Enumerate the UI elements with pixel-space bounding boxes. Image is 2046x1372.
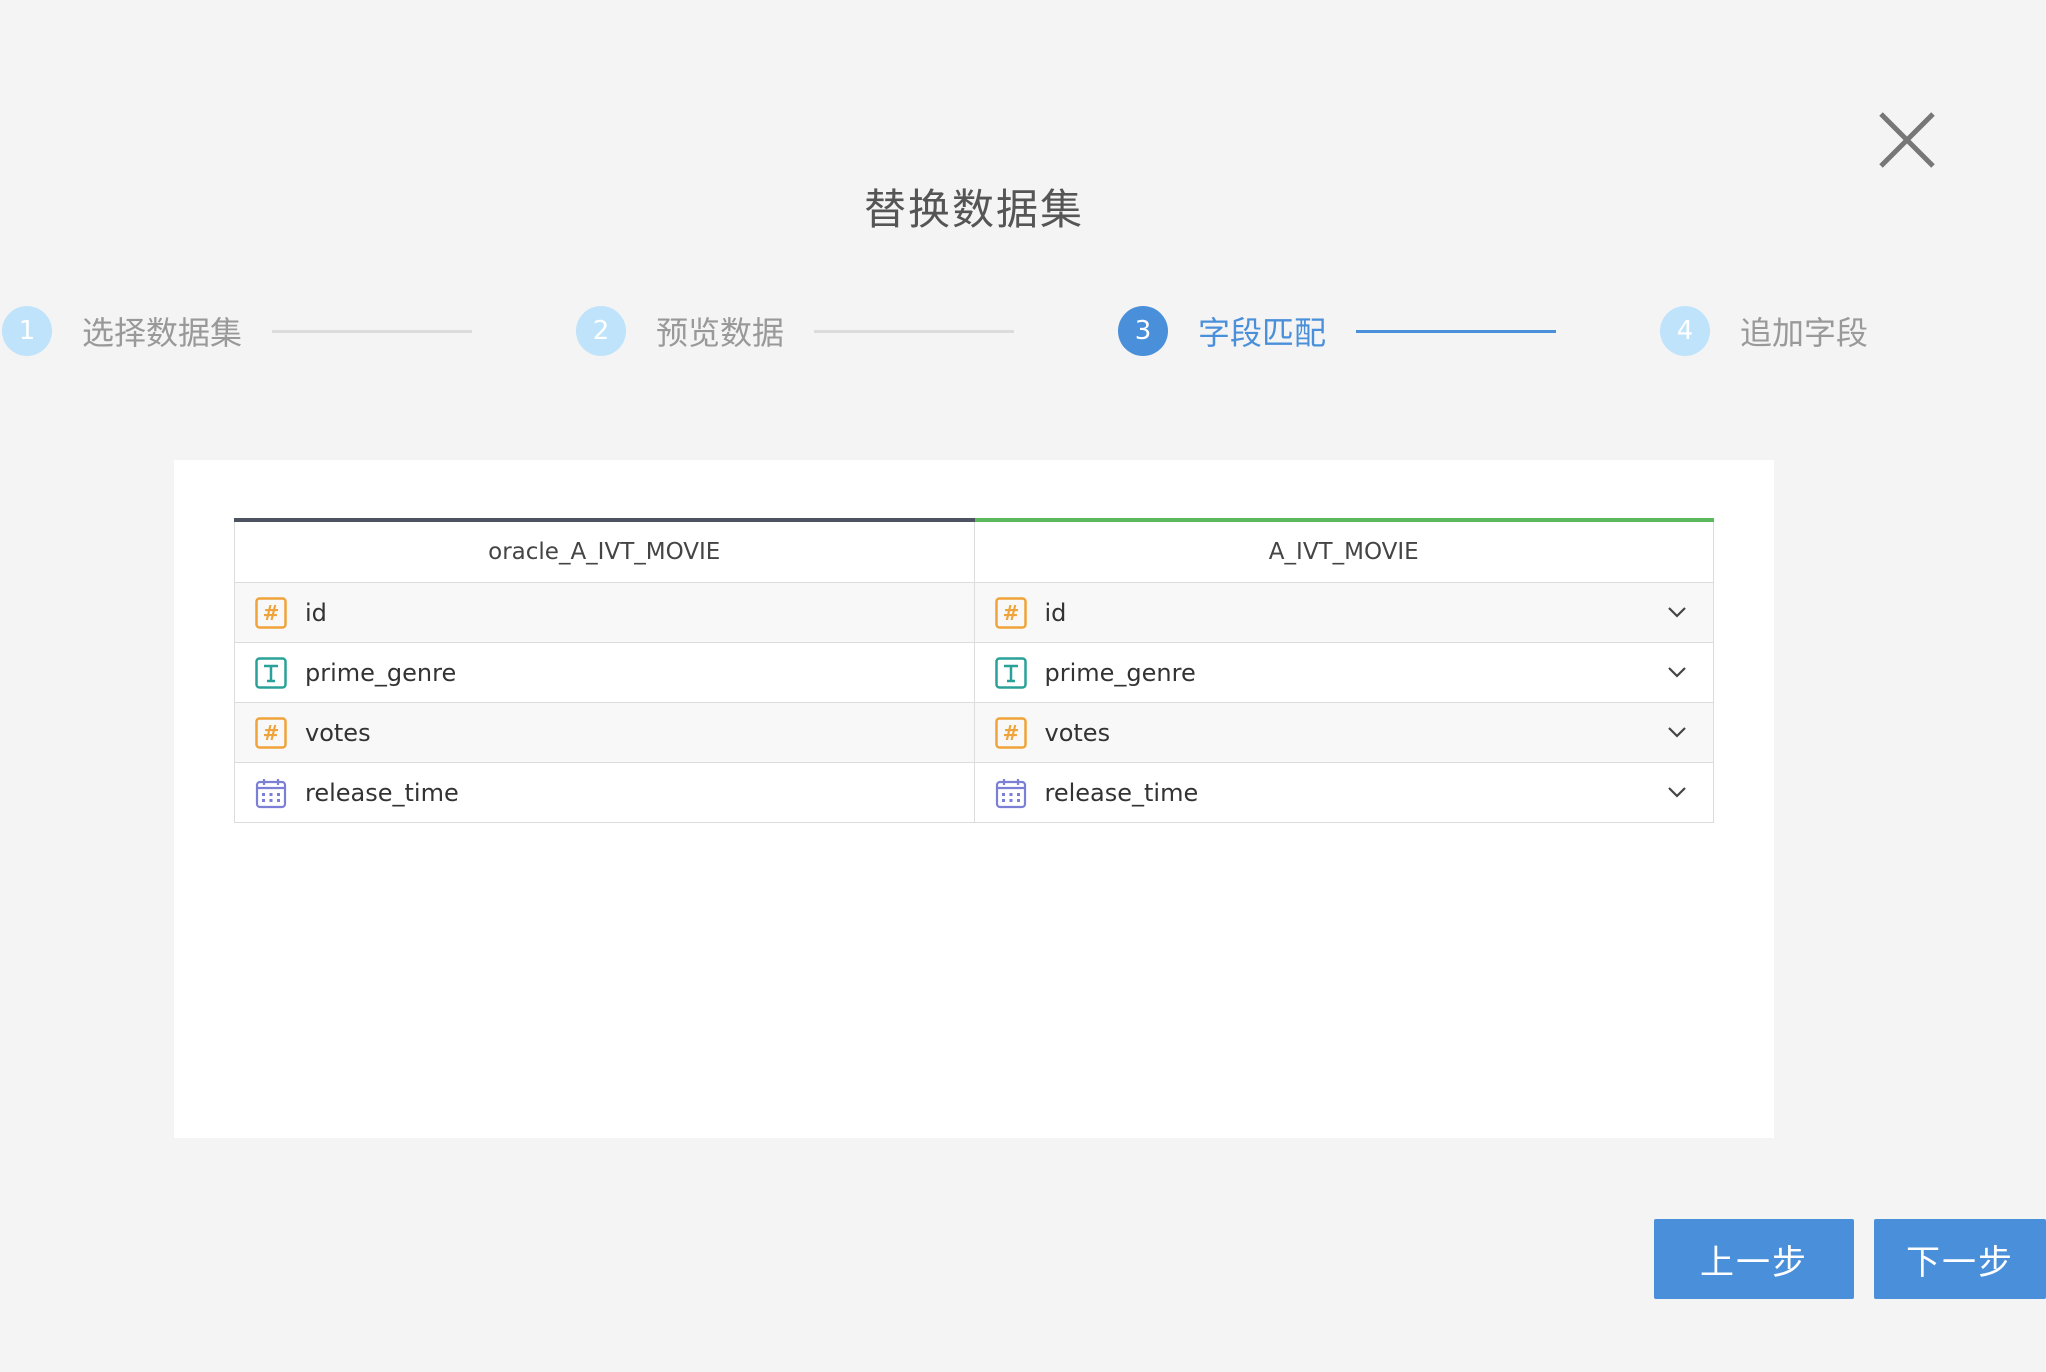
chevron-down-icon[interactable] [1665,600,1689,624]
table-row: # votes # votes [234,702,1714,763]
source-field-name: id [305,598,327,627]
text-icon [255,656,287,689]
source-field-cell: # id [234,582,975,643]
table-row: release_time release_time [234,762,1714,823]
table-row: prime_genre prime_genre [234,642,1714,703]
step-connector [814,330,1014,333]
target-field-name: release_time [1044,778,1199,807]
target-field-select[interactable]: # id [973,582,1714,643]
step-number: 4 [1660,306,1710,356]
calendar-icon [255,778,287,808]
source-field-name: prime_genre [305,658,457,687]
field-mapping-table: oracle_A_IVT_MOVIE A_IVT_MOVIE # id # id… [234,518,1714,823]
step-label: 字段匹配 [1198,314,1327,352]
svg-text:#: # [1002,721,1019,745]
svg-text:#: # [263,601,280,625]
number-icon: # [255,596,287,629]
number-icon: # [255,716,287,749]
number-icon: # [994,596,1027,629]
table-row: # id # id [234,582,1714,643]
field-mapping-panel: oracle_A_IVT_MOVIE A_IVT_MOVIE # id # id… [174,460,1774,1138]
text-icon [994,656,1027,689]
step-number: 1 [2,306,52,356]
step-label: 追加字段 [1740,314,1869,352]
step-label: 选择数据集 [82,314,243,352]
chevron-down-icon[interactable] [1665,780,1689,804]
calendar-icon [995,778,1026,808]
step-connector [272,330,472,333]
step-select-dataset: 1 选择数据集 [2,305,242,357]
target-field-select[interactable]: prime_genre [973,642,1714,703]
step-preview-data: 2 预览数据 [576,305,784,357]
step-connector-active [1356,330,1556,333]
target-field-select[interactable]: # votes [973,702,1714,763]
dialog-title: 替换数据集 [863,185,1084,234]
replace-dataset-dialog: 替换数据集 1 选择数据集 2 预览数据 3 字段匹配 4 追加字段 oracl… [0,0,2046,1372]
step-field-matching: 3 字段匹配 [1118,305,1326,357]
source-dataset-header: oracle_A_IVT_MOVIE [234,518,975,583]
target-field-select[interactable]: release_time [973,762,1714,823]
target-field-name: id [1044,598,1067,627]
close-icon[interactable] [1877,110,1937,170]
number-icon: # [994,716,1027,749]
chevron-down-icon[interactable] [1665,720,1689,744]
step-append-fields: 4 追加字段 [1660,305,1868,357]
chevron-down-icon[interactable] [1665,660,1689,684]
target-dataset-header: A_IVT_MOVIE [973,518,1714,583]
source-field-name: votes [305,718,371,747]
step-label: 预览数据 [656,314,785,352]
source-field-cell: prime_genre [234,642,975,703]
target-field-name: prime_genre [1044,658,1196,687]
step-number: 3 [1118,306,1168,356]
previous-step-button[interactable]: 上一步 [1654,1219,1854,1299]
step-number: 2 [576,306,626,356]
source-field-name: release_time [305,778,459,807]
svg-text:#: # [263,721,280,745]
source-field-cell: # votes [234,702,975,763]
svg-text:#: # [1002,601,1019,625]
source-field-cell: release_time [234,762,975,823]
next-step-button[interactable]: 下一步 [1874,1219,2046,1299]
target-field-name: votes [1044,718,1111,747]
